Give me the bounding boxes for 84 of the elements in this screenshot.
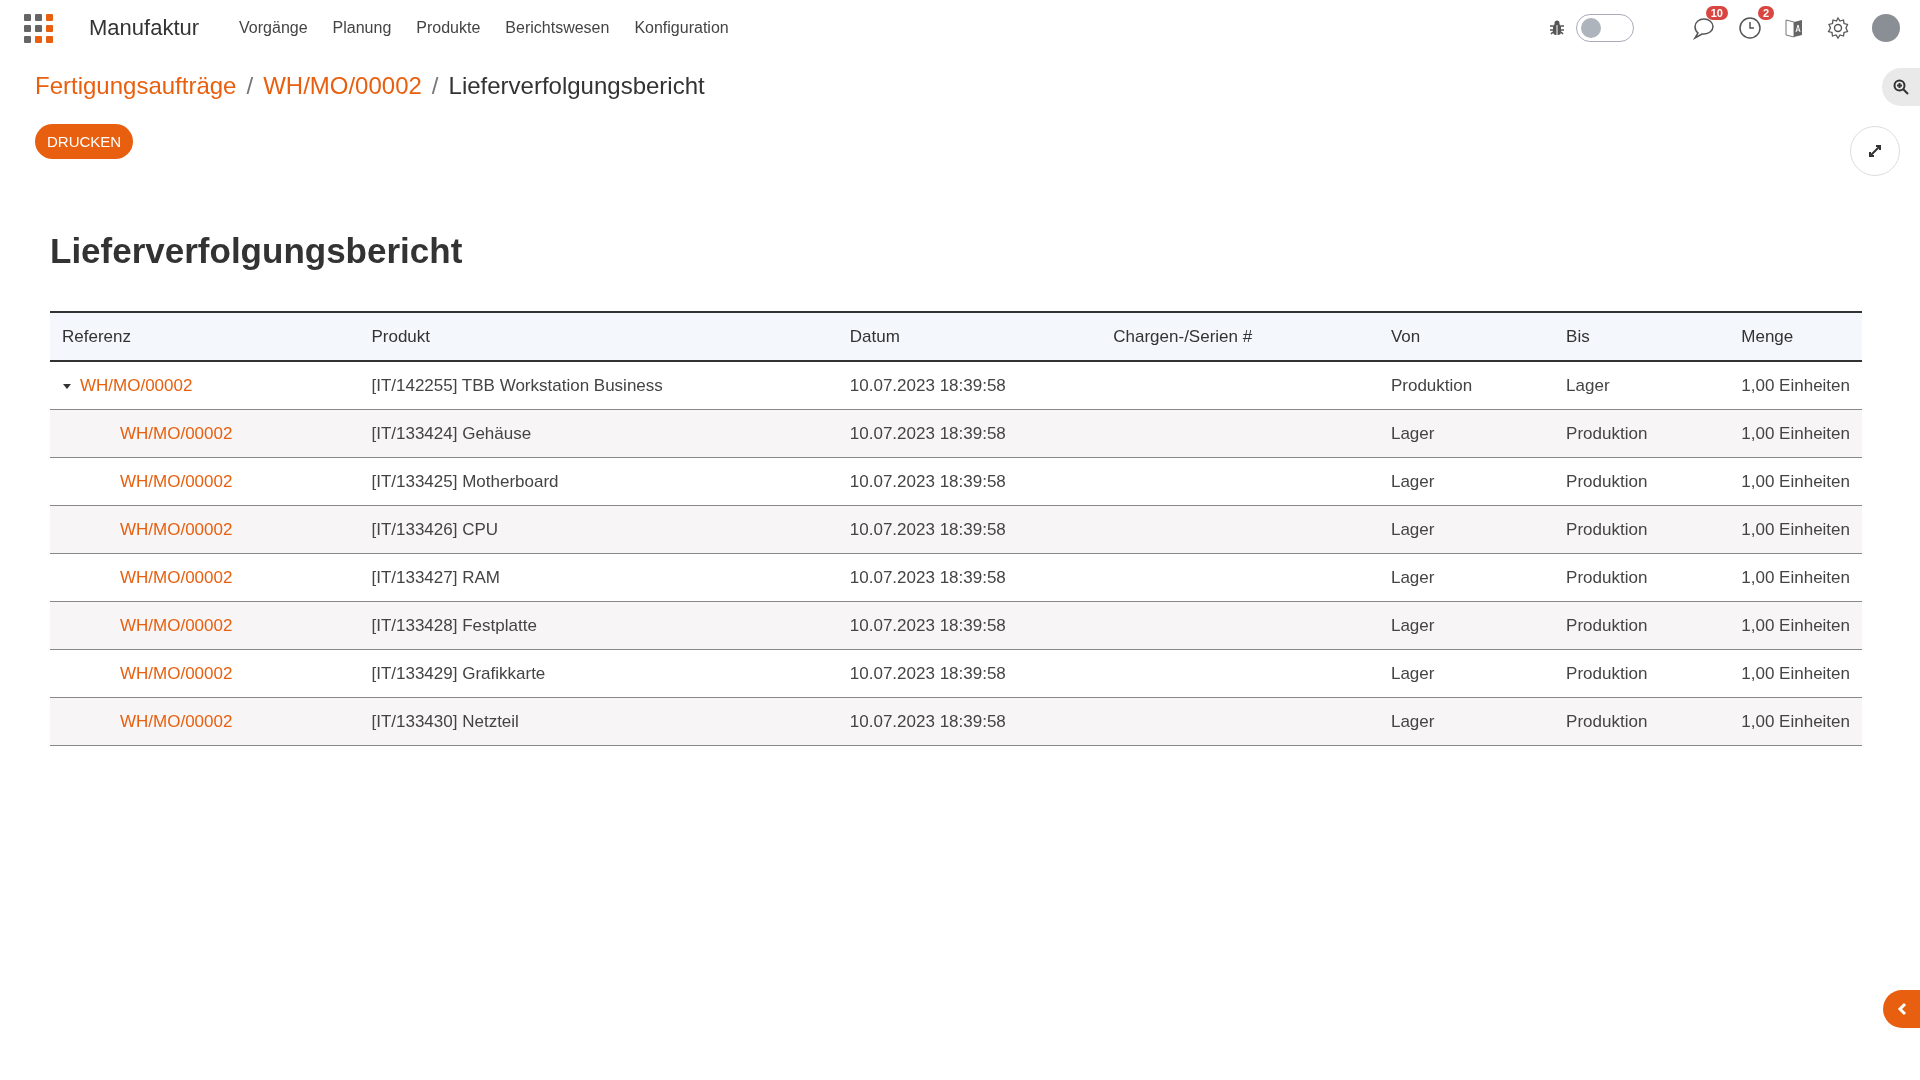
table-cell: Produktion [1554, 505, 1730, 554]
app-name[interactable]: Manufaktur [89, 15, 200, 41]
table-cell: 10.07.2023 18:39:58 [837, 505, 1102, 554]
reference-link[interactable]: WH/MO/00002 [120, 615, 233, 635]
breadcrumb-link[interactable]: Fertigungsaufträge [35, 72, 237, 100]
breadcrumb-current: Lieferverfolgungsbericht [448, 72, 705, 100]
print-button[interactable]: DRUCKEN [35, 124, 134, 159]
table-cell: 1,00 Einheiten [1729, 553, 1862, 602]
breadcrumb-separator: / [431, 72, 439, 100]
caret-icon[interactable] [62, 381, 72, 391]
table-cell: Lager [1378, 505, 1555, 554]
table-cell: Lager [1378, 409, 1555, 458]
table-cell: 1,00 Einheiten [1729, 457, 1862, 506]
table-cell: 1,00 Einheiten [1729, 601, 1862, 650]
zoom-button[interactable] [1882, 68, 1920, 106]
column-header: Datum [837, 312, 1102, 361]
table-cell: Produktion [1554, 553, 1730, 602]
chat-icon[interactable] [1692, 16, 1716, 40]
reference-link[interactable]: WH/MO/00002 [120, 519, 233, 539]
clock-icon[interactable] [1738, 16, 1762, 40]
table-cell: 1,00 Einheiten [1729, 505, 1862, 554]
reference-link[interactable]: WH/MO/00002 [120, 567, 233, 587]
menu-item[interactable]: Konfiguration [634, 19, 729, 37]
reference-link[interactable]: WH/MO/00002 [120, 711, 233, 731]
activity-count-badge: 2 [1757, 6, 1774, 20]
table-cell: Lager [1378, 649, 1555, 698]
fullscreen-button[interactable] [1850, 126, 1900, 176]
menu-item[interactable]: Produkte [416, 19, 481, 37]
breadcrumb-link[interactable]: WH/MO/00002 [263, 72, 422, 100]
bug-icon[interactable] [1548, 19, 1566, 37]
table-cell: Produktion [1554, 697, 1730, 746]
table-cell: [IT/133427] RAM [359, 553, 838, 602]
table-cell: 1,00 Einheiten [1729, 361, 1862, 410]
table-cell: Lager [1378, 697, 1555, 746]
user-avatar[interactable] [1872, 14, 1900, 42]
table-cell: [IT/142255] TBB Workstation Business [359, 361, 838, 410]
table-cell: Produktion [1378, 361, 1555, 410]
column-header: Chargen-/Serien # [1101, 312, 1379, 361]
table-cell: Produktion [1554, 601, 1730, 650]
reference-link[interactable]: WH/MO/00002 [120, 663, 233, 683]
reference-link[interactable]: WH/MO/00002 [120, 471, 233, 491]
table-cell: 10.07.2023 18:39:58 [837, 601, 1102, 650]
table-cell: 10.07.2023 18:39:58 [837, 361, 1102, 410]
reference-link[interactable]: WH/MO/00002 [120, 423, 233, 443]
apps-menu-icon[interactable] [24, 13, 53, 43]
table-cell: 10.07.2023 18:39:58 [837, 697, 1102, 746]
column-header: Von [1378, 312, 1555, 361]
menu-item[interactable]: Vorgänge [239, 19, 308, 37]
table-cell: Produktion [1554, 649, 1730, 698]
table-cell: 10.07.2023 18:39:58 [837, 649, 1102, 698]
menu-item[interactable]: Planung [332, 19, 392, 37]
reference-link[interactable]: WH/MO/00002 [80, 375, 193, 395]
table-cell: Produktion [1554, 409, 1730, 458]
table-cell: Lager [1554, 361, 1730, 410]
table-cell: [IT/133425] Motherboard [359, 457, 838, 506]
column-header: Produkt [359, 312, 838, 361]
table-cell: 1,00 Einheiten [1729, 697, 1862, 746]
settings-icon[interactable] [1826, 16, 1850, 40]
table-cell: 10.07.2023 18:39:58 [837, 457, 1102, 506]
chevron-left-icon [1896, 1002, 1907, 1016]
zoom-in-icon [1893, 79, 1909, 95]
menu-item[interactable]: Berichtswesen [505, 19, 610, 37]
table-cell: Lager [1378, 457, 1555, 506]
table-cell: [IT/133429] Grafikkarte [359, 649, 838, 698]
table-cell: [IT/133428] Festplatte [359, 601, 838, 650]
collapse-panel-button[interactable] [1883, 990, 1920, 1028]
table-cell: Produktion [1554, 457, 1730, 506]
table-cell: 10.07.2023 18:39:58 [837, 409, 1102, 458]
table-cell: 1,00 Einheiten [1729, 409, 1862, 458]
table-cell: 10.07.2023 18:39:58 [837, 553, 1102, 602]
table-cell: Lager [1378, 601, 1555, 650]
breadcrumb-separator: / [246, 72, 254, 100]
column-header: Bis [1554, 312, 1730, 361]
expand-icon [1867, 143, 1883, 159]
column-header: Menge [1729, 312, 1862, 361]
message-count-badge: 10 [1705, 6, 1728, 20]
report-title: Lieferverfolgungsbericht [50, 231, 464, 271]
table-cell: 1,00 Einheiten [1729, 649, 1862, 698]
column-header: Referenz [50, 312, 360, 361]
table-cell: [IT/133426] CPU [359, 505, 838, 554]
table-cell: Lager [1378, 553, 1555, 602]
translate-icon[interactable] [1784, 17, 1804, 39]
table-cell: [IT/133424] Gehäuse [359, 409, 838, 458]
table-cell: [IT/133430] Netzteil [359, 697, 838, 746]
